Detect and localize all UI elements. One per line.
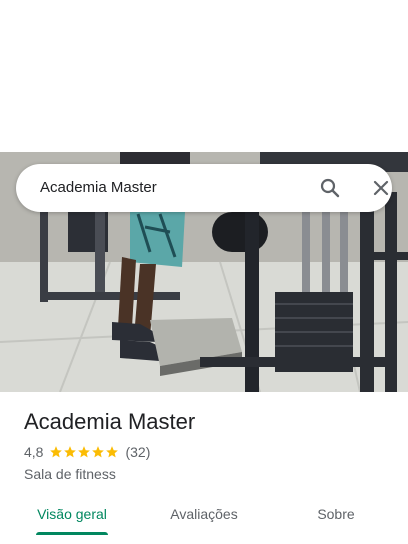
close-icon[interactable] xyxy=(369,176,393,200)
star-icon xyxy=(64,446,77,458)
place-tabs: Visão geral Avaliações Sobre xyxy=(0,492,408,536)
rating-value: 4,8 xyxy=(24,444,44,460)
search-bar[interactable]: Academia Master xyxy=(16,164,392,212)
rating-stars xyxy=(49,445,119,459)
place-category: Sala de fitness xyxy=(24,466,116,482)
active-tab-indicator xyxy=(36,532,108,535)
tab-overview[interactable]: Visão geral xyxy=(24,492,120,536)
review-count[interactable]: (32) xyxy=(125,444,150,460)
tab-about[interactable]: Sobre xyxy=(288,492,384,536)
star-icon xyxy=(106,446,119,458)
star-icon xyxy=(78,446,91,458)
star-icon xyxy=(50,446,63,458)
search-icon[interactable] xyxy=(318,176,342,200)
search-query[interactable]: Academia Master xyxy=(40,164,157,212)
star-icon xyxy=(92,446,105,458)
place-sheet: Academia Master Academia Master 4,8 (32)… xyxy=(0,0,408,544)
tab-reviews[interactable]: Avaliações xyxy=(156,492,252,536)
rating-row[interactable]: 4,8 (32) xyxy=(24,443,150,461)
place-title: Academia Master xyxy=(24,409,196,434)
